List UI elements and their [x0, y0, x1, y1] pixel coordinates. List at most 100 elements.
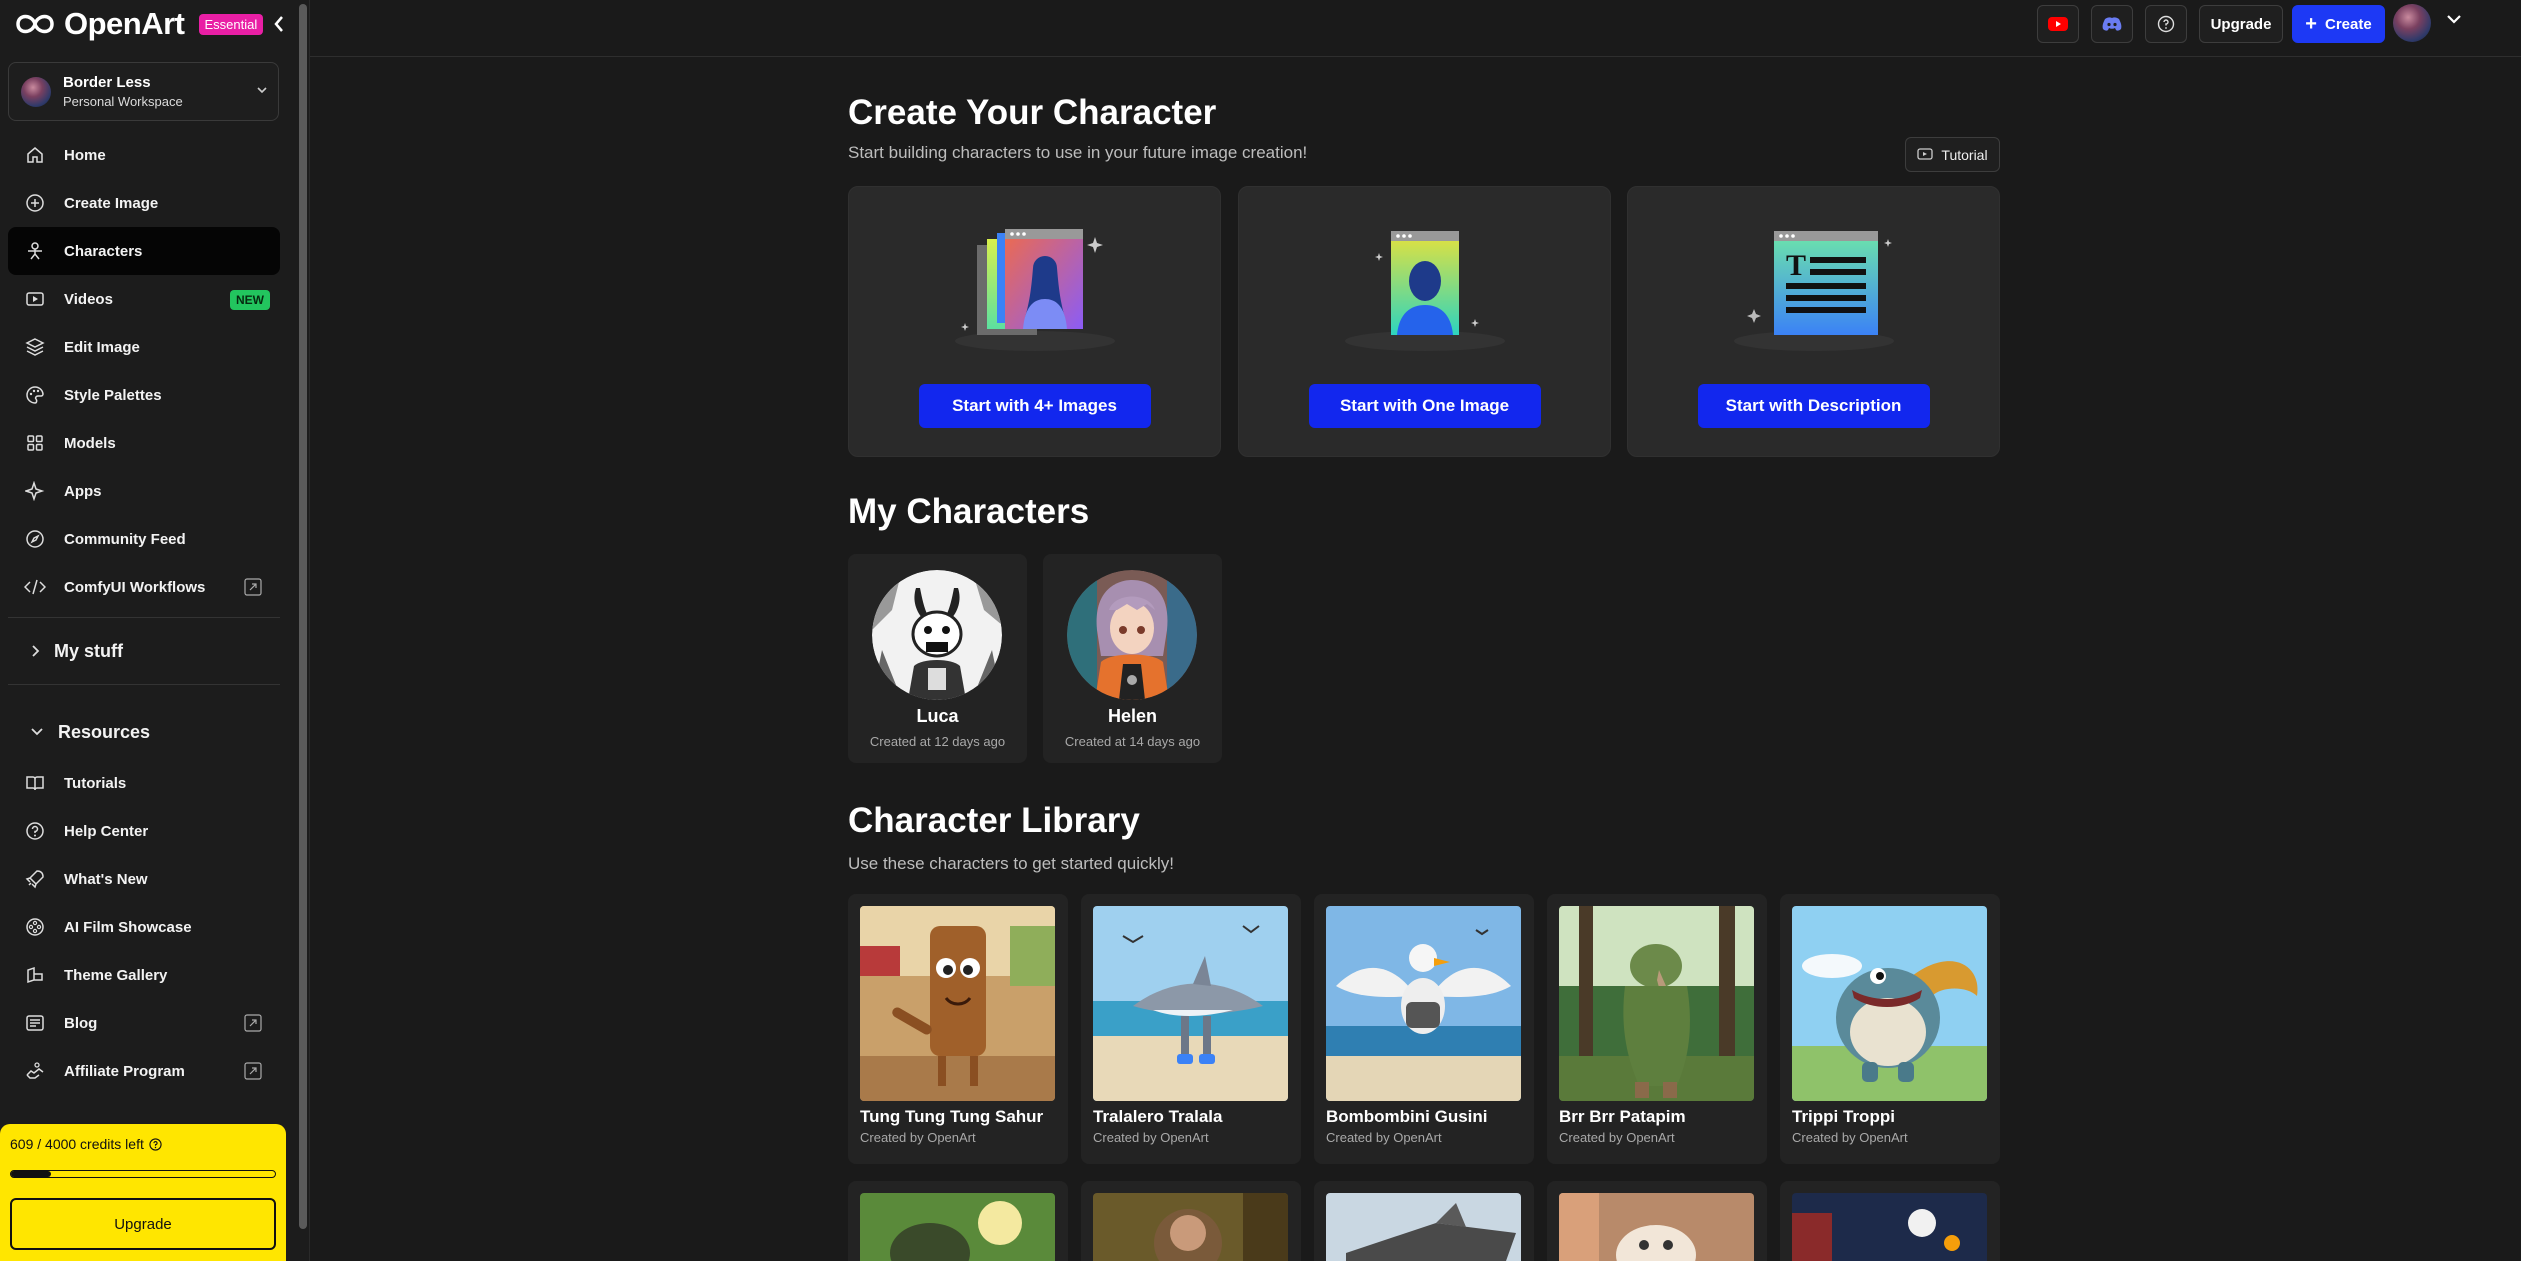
- character-card-helen[interactable]: Helen Created at 14 days ago: [1043, 554, 1222, 763]
- character-created: Created at 12 days ago: [869, 734, 1006, 749]
- brand-name: OpenArt: [64, 6, 185, 41]
- character-image: [1326, 1193, 1521, 1261]
- credits-progress-bar: [10, 1170, 276, 1178]
- nav-label: Affiliate Program: [64, 1062, 185, 1080]
- character-image: [1559, 1193, 1754, 1261]
- credits-progress-fill: [11, 1171, 51, 1177]
- nav-help-center[interactable]: Help Center: [8, 807, 280, 855]
- library-card-trippi-troppi[interactable]: Trippi Troppi Created by OpenArt: [1780, 894, 2000, 1164]
- help-icon[interactable]: [149, 1137, 162, 1151]
- character-name: Tralalero Tralala: [1093, 1107, 1223, 1126]
- library-card-brr-brr-patapim[interactable]: Brr Brr Patapim Created by OpenArt: [1547, 894, 1767, 1164]
- library-card-tralalero-tralala[interactable]: Tralalero Tralala Created by OpenArt: [1081, 894, 1301, 1164]
- chevron-down-icon: [31, 728, 43, 736]
- character-library-subtitle: Use these characters to get started quic…: [848, 854, 1174, 873]
- logo[interactable]: OpenArt Essential: [10, 6, 290, 42]
- nav-blog[interactable]: Blog: [8, 999, 280, 1047]
- character-name: Tung Tung Tung Sahur: [860, 1107, 1044, 1126]
- external-link-icon: [244, 1062, 262, 1080]
- character-image: [1792, 906, 1987, 1101]
- collapse-sidebar-button[interactable]: [268, 12, 290, 36]
- my-stuff-toggle[interactable]: My stuff: [8, 624, 280, 678]
- book-icon: [24, 772, 46, 794]
- nav-community-feed[interactable]: Community Feed: [8, 515, 280, 563]
- nav-home[interactable]: Home: [8, 131, 280, 179]
- character-name: Bombombini Gusini: [1326, 1107, 1488, 1126]
- character-author: Created by OpenArt: [1093, 1130, 1209, 1145]
- character-library-title: Character Library: [848, 801, 1140, 840]
- library-card[interactable]: [1547, 1181, 1767, 1261]
- nav-characters[interactable]: Characters: [8, 227, 280, 275]
- external-link-icon: [244, 578, 262, 596]
- character-card-luca[interactable]: Luca Created at 12 days ago: [848, 554, 1027, 763]
- gallery-icon: [24, 964, 46, 986]
- chevron-down-icon: [257, 87, 267, 94]
- library-card[interactable]: [848, 1181, 1068, 1261]
- sidebar: OpenArt Essential Border Less Personal W…: [0, 0, 296, 1261]
- start-with-description-card[interactable]: T Start with Description: [1627, 186, 2000, 457]
- main-nav: Home Create Image Characters Videos NEW …: [8, 131, 280, 1095]
- library-card[interactable]: [1780, 1181, 2000, 1261]
- character-author: Created by OpenArt: [860, 1130, 976, 1145]
- nav-tutorials[interactable]: Tutorials: [8, 759, 280, 807]
- film-reel-icon: [24, 916, 46, 938]
- page-subtitle: Start building characters to use in your…: [848, 143, 1308, 162]
- help-icon: [2157, 15, 2175, 33]
- discord-button[interactable]: [2091, 5, 2133, 43]
- avatar[interactable]: [2393, 4, 2431, 42]
- nav-theme-gallery[interactable]: Theme Gallery: [8, 951, 280, 999]
- plus-icon: +: [2305, 13, 2317, 35]
- nav-apps[interactable]: Apps: [8, 467, 280, 515]
- tutorial-icon: [1917, 147, 1934, 160]
- start-with-4-images-card[interactable]: Start with 4+ Images: [848, 186, 1221, 457]
- youtube-icon: [2048, 17, 2068, 31]
- nav-models[interactable]: Models: [8, 419, 280, 467]
- tutorial-label: Tutorial: [1941, 146, 1988, 163]
- nav-label: Style Palettes: [64, 386, 162, 404]
- tutorial-button[interactable]: Tutorial: [1905, 137, 2000, 172]
- create-button[interactable]: + Create: [2292, 5, 2385, 43]
- sidebar-scrollbar[interactable]: [296, 0, 310, 1261]
- scrollbar-thumb[interactable]: [299, 4, 307, 1229]
- upgrade-button[interactable]: Upgrade: [10, 1198, 276, 1250]
- single-image-illustration: [1344, 231, 1505, 351]
- home-icon: [24, 144, 46, 166]
- discord-icon: [2102, 17, 2122, 31]
- help-button[interactable]: [2145, 5, 2187, 43]
- character-name: Brr Brr Patapim: [1559, 1107, 1686, 1126]
- start-with-one-image-card[interactable]: Start with One Image: [1238, 186, 1611, 457]
- library-card-bombombini-gusini[interactable]: Bombombini Gusini Created by OpenArt: [1314, 894, 1534, 1164]
- start-with-one-image-button[interactable]: Start with One Image: [1308, 384, 1541, 428]
- grid-icon: [24, 432, 46, 454]
- library-card-tung-tung-tung-sahur[interactable]: Tung Tung Tung Sahur Created by OpenArt: [848, 894, 1068, 1164]
- nav-edit-image[interactable]: Edit Image: [8, 323, 280, 371]
- character-avatar: [872, 570, 1002, 700]
- character-image: [1792, 1193, 1987, 1261]
- upgrade-button[interactable]: Upgrade: [2199, 5, 2283, 43]
- multi-image-illustration: [954, 229, 1115, 351]
- my-characters-title: My Characters: [848, 492, 1090, 531]
- start-with-4-images-button[interactable]: Start with 4+ Images: [918, 384, 1151, 428]
- page-title: Create Your Character: [848, 93, 1217, 132]
- nav-comfyui-workflows[interactable]: ComfyUI Workflows: [8, 563, 280, 611]
- resources-toggle[interactable]: Resources: [8, 705, 280, 759]
- nav-style-palettes[interactable]: Style Palettes: [8, 371, 280, 419]
- plan-badge: Essential: [198, 13, 264, 35]
- nav-videos[interactable]: Videos NEW: [8, 275, 280, 323]
- chevron-down-icon[interactable]: [2445, 12, 2463, 26]
- nav-label: Help Center: [64, 822, 149, 840]
- youtube-button[interactable]: [2037, 5, 2079, 43]
- divider: [8, 684, 280, 685]
- nav-create-image[interactable]: Create Image: [8, 179, 280, 227]
- library-card[interactable]: [1081, 1181, 1301, 1261]
- workspace-switcher[interactable]: Border Less Personal Workspace: [8, 62, 279, 121]
- nav-affiliate-program[interactable]: Affiliate Program: [8, 1047, 280, 1095]
- library-card[interactable]: [1314, 1181, 1534, 1261]
- create-label: Create: [2324, 15, 2372, 33]
- nav-label: Edit Image: [64, 338, 140, 356]
- start-with-description-button[interactable]: Start with Description: [1697, 384, 1930, 428]
- character-image: [860, 906, 1055, 1101]
- nav-ai-film-showcase[interactable]: AI Film Showcase: [8, 903, 280, 951]
- openart-logo-icon: [16, 14, 54, 34]
- nav-whats-new[interactable]: What's New: [8, 855, 280, 903]
